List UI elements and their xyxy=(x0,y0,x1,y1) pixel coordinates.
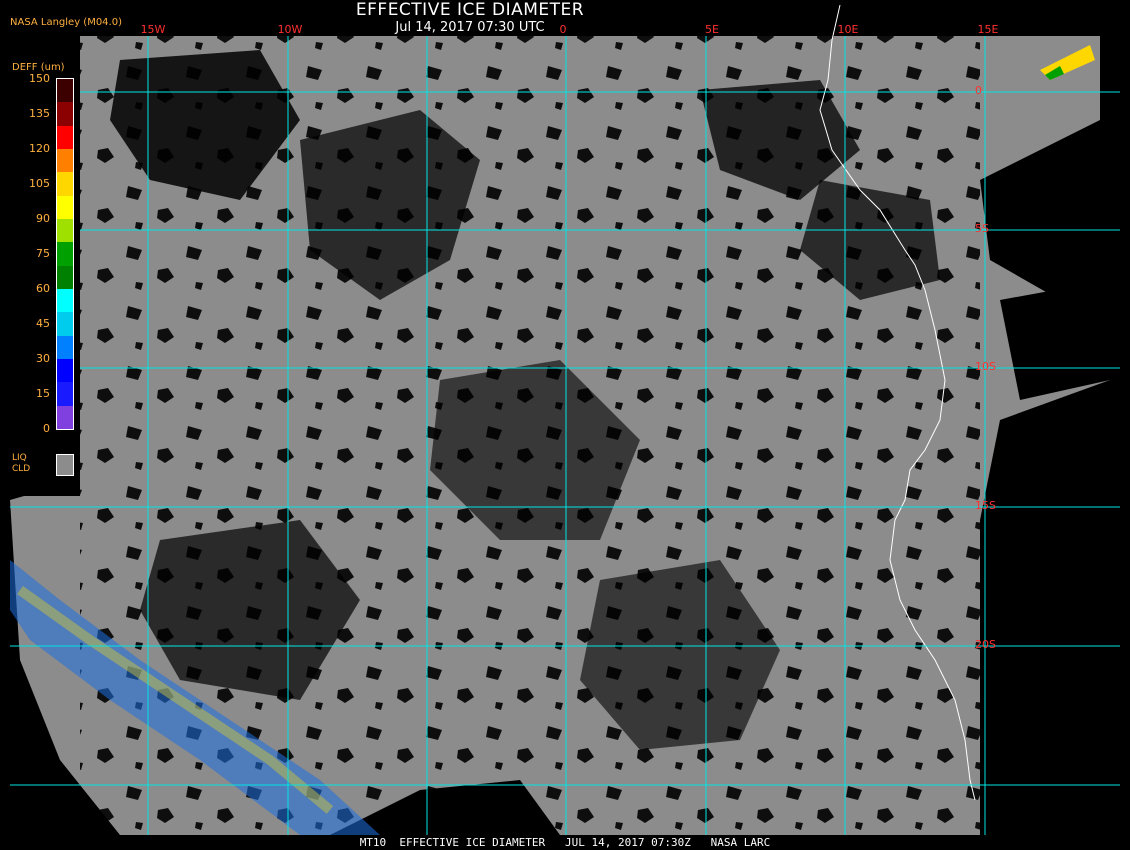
legend-tick: 90 xyxy=(36,212,50,225)
colorbar-segment xyxy=(57,79,73,103)
colorbar-segment xyxy=(57,289,73,313)
lon-label: 15E xyxy=(977,23,999,36)
colorbar-segment xyxy=(57,195,73,220)
lon-label: 5E xyxy=(705,23,719,36)
lon-label: 0 xyxy=(559,23,567,36)
colorbar-segment xyxy=(57,265,73,290)
legend-tick: 135 xyxy=(29,107,50,120)
lon-label: 10W xyxy=(277,23,303,36)
legend-tick: 15 xyxy=(36,387,50,400)
legend-tick: 105 xyxy=(29,177,50,190)
legend-tick: 150 xyxy=(29,72,50,85)
legend-tick: 75 xyxy=(36,247,50,260)
credit-label: NASA Langley (M04.0) xyxy=(10,17,122,28)
lon-label: 15W xyxy=(140,23,166,36)
colorbar-segment xyxy=(57,149,73,173)
lat-label: 20S xyxy=(975,638,996,651)
lat-label: 5S xyxy=(975,222,989,235)
colorbar-segment xyxy=(57,335,73,360)
colorbar-segment xyxy=(57,172,73,197)
color-legend: DEFF (um) 150 135 120 105 90 75 60 45 30… xyxy=(8,58,80,496)
lat-label: 10S xyxy=(975,360,996,373)
legend-tick: 60 xyxy=(36,282,50,295)
lat-label: 0 xyxy=(975,84,982,97)
lat-label: 15S xyxy=(975,499,996,512)
liquid-cloud-label: LIQ CLD xyxy=(12,453,31,474)
colorbar-segment xyxy=(57,382,73,407)
liquid-cloud-swatch xyxy=(56,454,74,476)
map-title: EFFECTIVE ICE DIAMETER xyxy=(355,0,585,20)
legend-tick: 45 xyxy=(36,317,50,330)
legend-tick: 30 xyxy=(36,352,50,365)
colorbar-segment xyxy=(57,312,73,337)
lon-label: 10E xyxy=(837,23,859,36)
colorbar-segment xyxy=(57,102,73,127)
colorbar-segment xyxy=(57,405,73,430)
legend-tick: 120 xyxy=(29,142,50,155)
colorbar-segment xyxy=(57,242,73,267)
legend-tick: 0 xyxy=(43,422,50,435)
colorbar-segment xyxy=(57,125,73,150)
satellite-map xyxy=(0,0,1130,850)
colorbar xyxy=(56,78,74,430)
colorbar-segment xyxy=(57,359,73,383)
footer-caption: MT10 EFFECTIVE ICE DIAMETER JUL 14, 2017… xyxy=(0,835,1130,850)
colorbar-segment xyxy=(57,219,73,243)
